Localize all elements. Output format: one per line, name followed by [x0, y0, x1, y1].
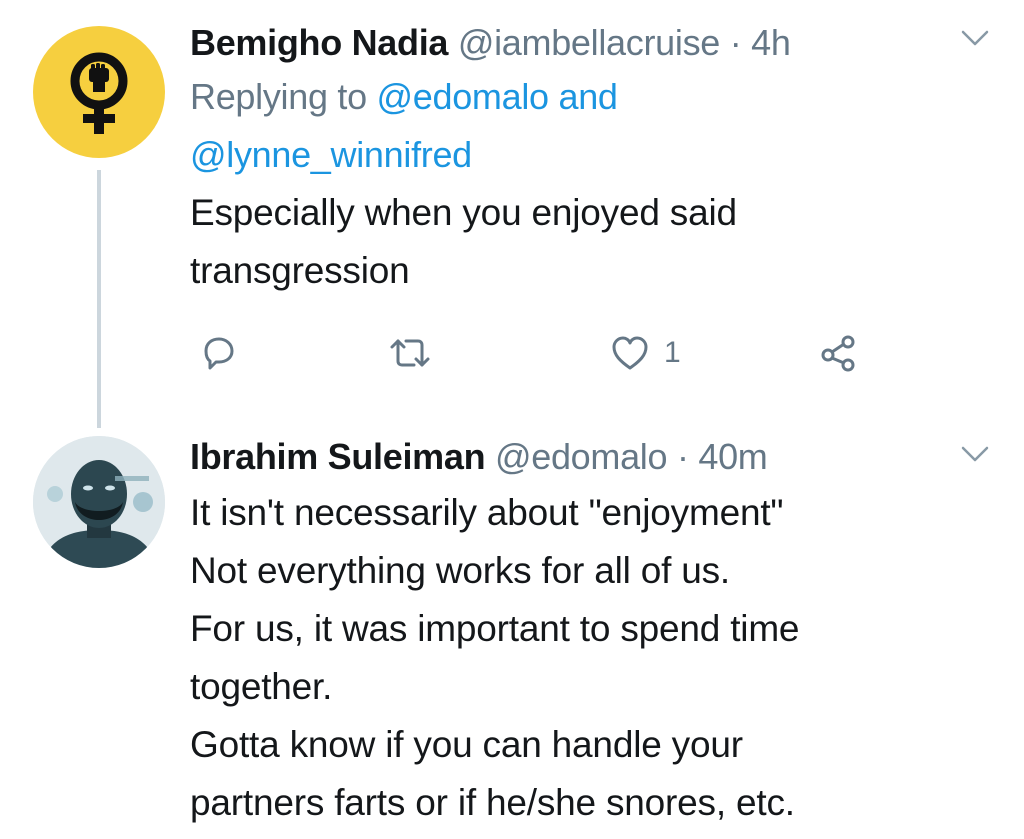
retweet-icon: [390, 339, 430, 367]
replying-conjunction[interactable]: and: [558, 76, 617, 117]
tweet-text: It isn't necessarily about "enjoyment" N…: [190, 484, 984, 832]
tweet-bemigho[interactable]: Bemigho Nadia @iambellacruise · 4h Reply…: [0, 0, 1024, 428]
tweet-header: Bemigho Nadia @iambellacruise · 4h: [190, 18, 984, 68]
tweet-timestamp[interactable]: 4h: [751, 22, 791, 63]
avatar[interactable]: [33, 436, 165, 568]
tweet-text-line: For us, it was important to spend time: [190, 608, 800, 649]
tweet-text-line: Not everything works for all of us.: [190, 550, 730, 591]
tweet-timestamp[interactable]: 40m: [698, 436, 767, 477]
like-count: 1: [664, 336, 681, 369]
share-button[interactable]: [818, 330, 858, 376]
mention-link[interactable]: @lynne_winnifred: [190, 134, 472, 175]
tweet-text-line: together.: [190, 666, 333, 707]
reply-button[interactable]: [198, 330, 238, 376]
replying-label: Replying to: [190, 76, 367, 117]
tweet-ibrahim[interactable]: Ibrahim Suleiman @edomalo · 40m It isn't…: [0, 420, 1024, 839]
tweet-text-line: partners farts or if he/she snores, etc.: [190, 782, 795, 823]
female-fist-symbol-icon: [70, 52, 128, 134]
chevron-down-icon[interactable]: [960, 444, 990, 464]
mention-link[interactable]: @edomalo: [377, 76, 550, 117]
like-button[interactable]: 1: [610, 330, 681, 376]
tweet-text-line: Especially when you enjoyed said: [190, 192, 737, 233]
author-name[interactable]: Bemigho Nadia: [190, 22, 448, 63]
tweet-actions: 1: [190, 330, 870, 380]
author-handle[interactable]: @edomalo: [495, 436, 668, 477]
heart-icon: [612, 336, 648, 370]
author-name[interactable]: Ibrahim Suleiman: [190, 436, 486, 477]
replying-to: Replying to @edomalo and @lynne_winnifre…: [190, 68, 984, 184]
avatar[interactable]: [33, 26, 165, 158]
retweet-button[interactable]: [388, 330, 432, 376]
tweet-content: Bemigho Nadia @iambellacruise · 4h Reply…: [190, 18, 984, 300]
tweet-text-line: transgression: [190, 250, 410, 291]
tweet-header: Ibrahim Suleiman @edomalo · 40m: [190, 432, 984, 482]
chevron-down-icon[interactable]: [960, 28, 990, 48]
share-icon: [821, 335, 855, 372]
tweet-text-line: Gotta know if you can handle your: [190, 724, 743, 765]
thread-connector-line: [97, 170, 101, 428]
tweet-content: Ibrahim Suleiman @edomalo · 40m It isn't…: [190, 432, 984, 832]
tweet-text: Especially when you enjoyed said transgr…: [190, 184, 984, 300]
reply-icon: [204, 337, 234, 370]
author-handle[interactable]: @iambellacruise: [458, 22, 720, 63]
header-separator: ·: [676, 436, 689, 477]
portrait-illustration-icon: [33, 436, 165, 568]
header-separator: ·: [729, 22, 742, 63]
tweet-text-line: It isn't necessarily about "enjoyment": [190, 492, 784, 533]
